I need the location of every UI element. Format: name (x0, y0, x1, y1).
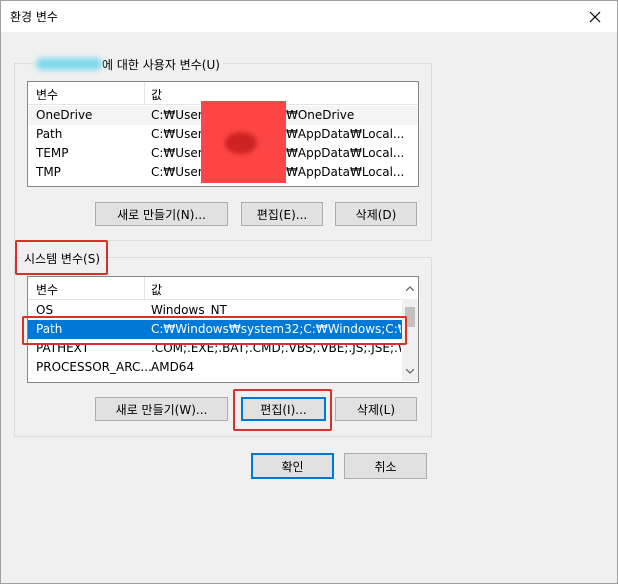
close-icon (589, 11, 601, 22)
chevron-up-icon (406, 285, 414, 291)
highlight-system-label (15, 240, 108, 275)
highlight-edit-button (233, 389, 332, 431)
user-new-button[interactable]: 새로 만들기(N)... (95, 202, 228, 226)
redacted-username-block (201, 101, 286, 183)
user-variables-label: 에 대한 사용자 변수(U) (33, 56, 223, 73)
scroll-down-arrow[interactable] (402, 363, 418, 379)
environment-variables-dialog: 환경 변수 에 대한 사용자 변수(U) 변수 값 OneDrive C:₩Us… (0, 0, 618, 584)
chevron-down-icon (406, 368, 414, 374)
highlight-path-row (22, 316, 407, 345)
ok-button[interactable]: 확인 (251, 453, 334, 479)
redacted-username (36, 58, 102, 70)
scroll-up-arrow[interactable] (402, 277, 418, 299)
system-delete-button[interactable]: 삭제(L) (335, 397, 417, 421)
list-header: 변수 값 (28, 277, 418, 300)
list-item[interactable]: PROCESSOR_ARC... AMD64 (28, 358, 418, 377)
user-delete-button[interactable]: 삭제(D) (335, 202, 417, 226)
system-new-button[interactable]: 새로 만들기(W)... (95, 397, 228, 421)
dialog-title: 환경 변수 (10, 10, 58, 24)
close-button[interactable] (573, 1, 617, 32)
column-header-variable[interactable]: 변수 (36, 281, 58, 298)
column-header-variable[interactable]: 변수 (36, 86, 58, 103)
column-header-value[interactable]: 값 (151, 86, 162, 103)
cancel-button[interactable]: 취소 (344, 453, 427, 479)
title-bar: 환경 변수 (1, 1, 617, 32)
user-edit-button[interactable]: 편집(E)... (241, 202, 323, 226)
column-header-value[interactable]: 값 (151, 281, 162, 298)
